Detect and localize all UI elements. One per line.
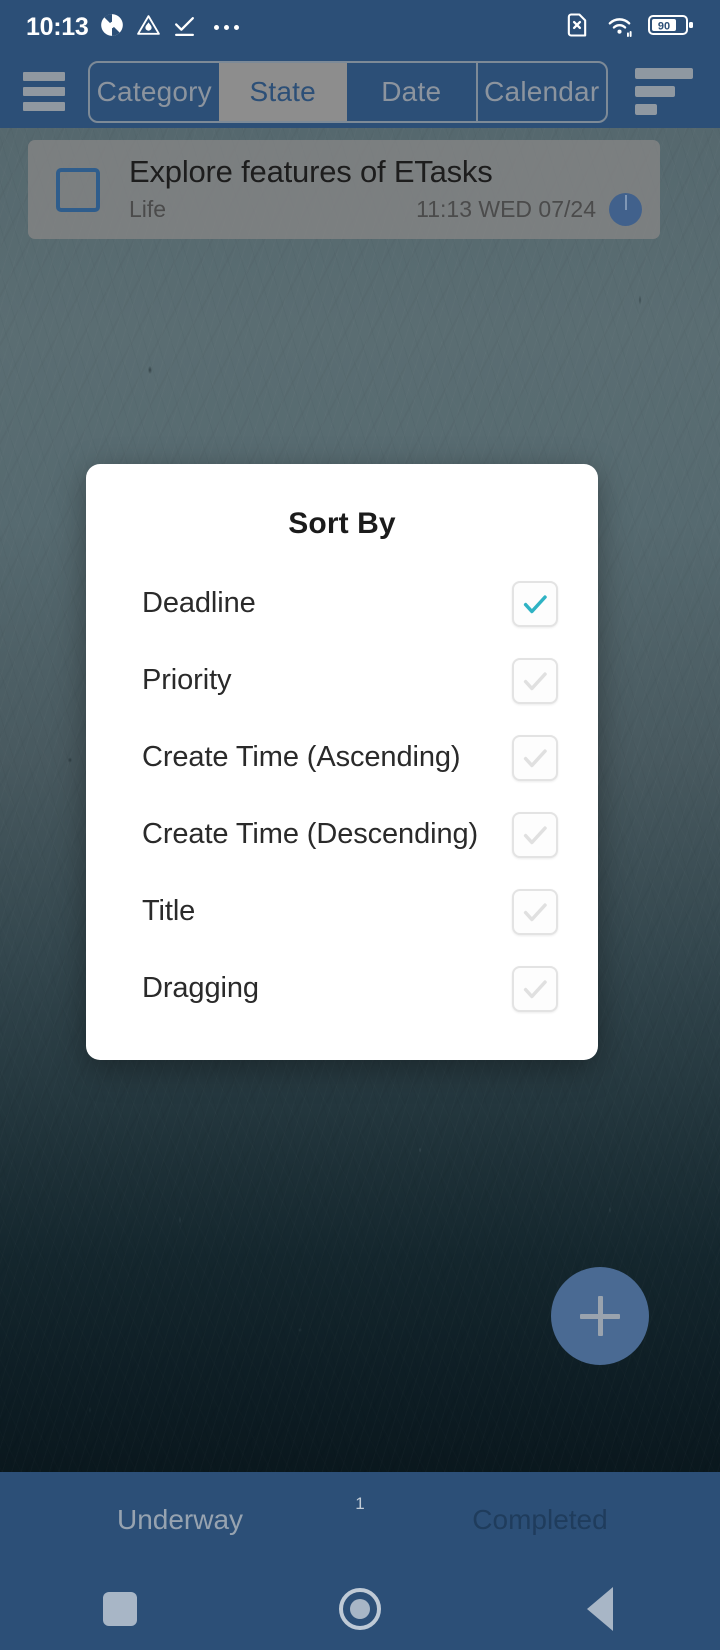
sort-option-label: Dragging xyxy=(142,972,259,1004)
task-due-date: 11:13 WED 07/24 xyxy=(416,195,596,222)
bottom-tab-completed[interactable]: Completed xyxy=(360,1504,720,1536)
task-title: Explore features of ETasks xyxy=(129,153,493,189)
sort-option-create-time-descending[interactable]: Create Time (Descending) xyxy=(86,796,598,873)
checkbox-unchecked-icon[interactable] xyxy=(512,811,558,858)
task-card-meta-right: 11:13 WED 07/24 xyxy=(416,192,642,226)
status-bar-clock: 10:13 xyxy=(26,13,89,41)
sort-option-label: Deadline xyxy=(142,587,256,619)
tab-date[interactable]: Date xyxy=(347,63,476,121)
sort-option-list: Deadline Priority Create Time (Ascending… xyxy=(86,565,598,1027)
triangle-back-icon xyxy=(587,1587,613,1631)
check-download-icon xyxy=(172,13,197,43)
hamburger-menu-icon[interactable] xyxy=(0,55,88,128)
status-bar-left: 10:13 xyxy=(26,12,240,43)
tab-calendar[interactable]: Calendar xyxy=(475,62,607,121)
sort-option-deadline[interactable]: Deadline xyxy=(86,565,598,642)
wifi-icon xyxy=(605,11,634,45)
sort-option-dragging[interactable]: Dragging xyxy=(86,950,598,1027)
sort-option-title[interactable]: Title xyxy=(86,873,598,950)
checkbox-unchecked-icon[interactable] xyxy=(512,888,558,935)
sort-option-label: Priority xyxy=(142,664,232,696)
sort-option-label: Title xyxy=(142,895,196,927)
add-task-fab[interactable] xyxy=(551,1267,649,1365)
triangle-warning-icon xyxy=(136,13,161,43)
nav-back-button[interactable] xyxy=(480,1587,720,1631)
nav-home-button[interactable] xyxy=(240,1588,480,1630)
checkbox-unchecked-icon[interactable] xyxy=(512,965,558,1012)
task-complete-checkbox[interactable] xyxy=(56,167,100,212)
task-card-body: Explore features of ETasks Life 11:13 WE… xyxy=(129,154,660,226)
sort-option-create-time-ascending[interactable]: Create Time (Ascending) xyxy=(86,719,598,796)
bottom-tab-completed-label: Completed xyxy=(472,1504,608,1535)
dialog-title: Sort By xyxy=(288,507,396,540)
bottom-bar: Underway 1 Completed xyxy=(0,1472,720,1650)
checkbox-checked-icon[interactable] xyxy=(512,580,558,627)
circle-icon xyxy=(339,1588,381,1630)
view-mode-segmented-control: Category State Date Calendar xyxy=(88,60,608,123)
sort-bars-icon[interactable] xyxy=(608,55,720,128)
plus-icon-vertical xyxy=(597,1296,603,1336)
square-icon xyxy=(103,1592,137,1626)
battery-icon: 90 xyxy=(648,12,694,43)
sort-option-label: Create Time (Descending) xyxy=(142,818,479,850)
bottom-tab-underway-label: Underway xyxy=(116,1504,244,1535)
sort-option-priority[interactable]: Priority xyxy=(86,642,598,719)
battery-level-text: 90 xyxy=(658,21,670,33)
android-navigation-bar xyxy=(0,1568,720,1650)
sort-option-label: Create Time (Ascending) xyxy=(142,741,461,773)
status-bar: 10:13 90 xyxy=(0,0,720,55)
app-bar: Category State Date Calendar xyxy=(0,55,720,128)
bottom-tab-underway[interactable]: Underway xyxy=(0,1504,360,1536)
sync-icon xyxy=(99,12,125,43)
task-category-label: Life xyxy=(129,195,167,222)
sort-bars-glyph xyxy=(635,68,693,115)
sim-card-off-icon xyxy=(563,11,591,44)
tab-state[interactable]: State xyxy=(218,62,347,121)
pie-progress-icon xyxy=(609,192,642,226)
more-dots-icon xyxy=(214,25,240,30)
checkbox-unchecked-icon[interactable] xyxy=(512,734,558,781)
task-card[interactable]: Explore features of ETasks Life 11:13 WE… xyxy=(28,140,660,239)
status-bar-right: 90 xyxy=(563,11,694,45)
checkbox-unchecked-icon[interactable] xyxy=(512,657,558,704)
task-card-meta: Life 11:13 WED 07/24 xyxy=(129,192,642,226)
tab-category[interactable]: Category xyxy=(90,63,219,121)
nav-recent-apps-button[interactable] xyxy=(0,1592,240,1626)
sort-by-dialog: Sort By Deadline Priority Create Time (A… xyxy=(86,464,598,1060)
bottom-tab-bar: Underway 1 Completed xyxy=(0,1472,720,1568)
